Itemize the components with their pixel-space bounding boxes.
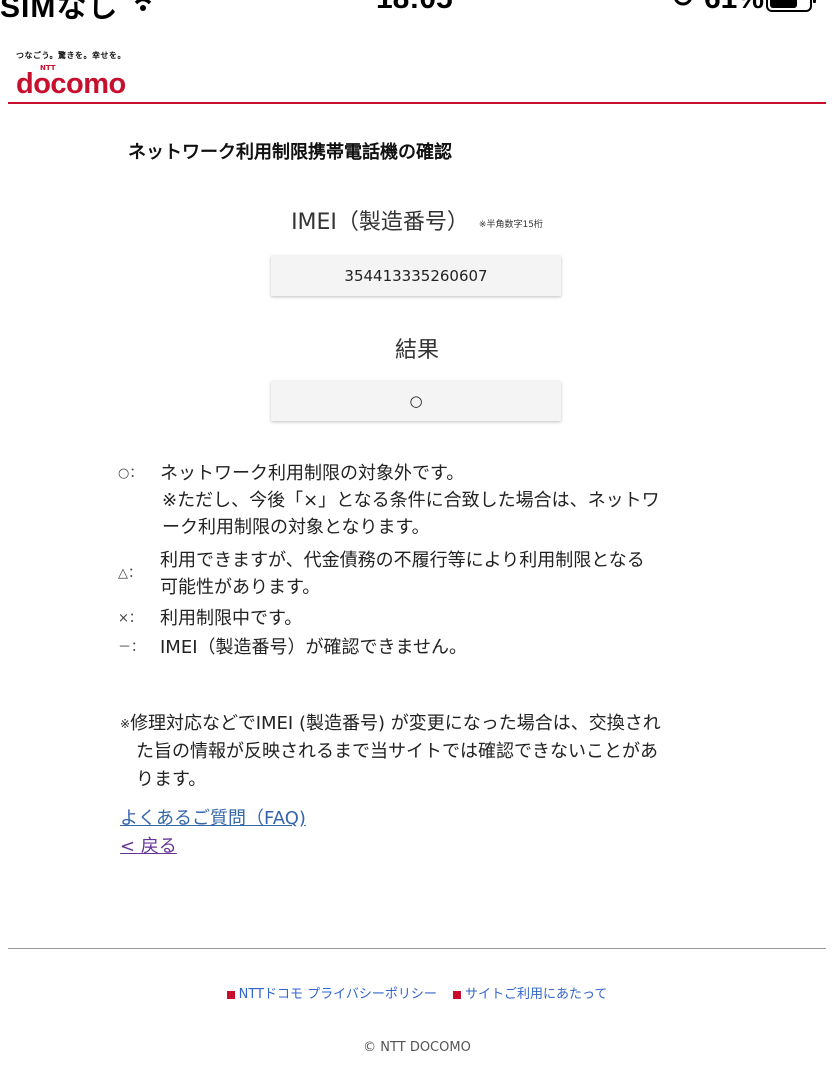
legend-symbol-triangle: △： (118, 566, 141, 581)
footer-divider (8, 948, 826, 949)
footer-links: NTTドコモ プライバシーポリシー サイトご利用にあたって (0, 983, 834, 1002)
note-line: た旨の情報が反映されるまで当サイトでは確認できないことがあ (136, 741, 658, 762)
imei-label: IMEI（製造番号） ※半角数字15桁 (0, 204, 834, 236)
note-mark: ※ (120, 717, 131, 731)
legend-text: 利用できますが、代金債務の不履行等により利用制限となる (160, 550, 645, 571)
rotation-lock-icon (674, 0, 692, 6)
legend-item-unknown: －： IMEI（製造番号）が確認できません。 (118, 634, 718, 661)
legend-text: 可能性があります。 (160, 577, 321, 598)
note-line: 修理対応などでIMEI (製造番号) が変更になった場合は、交換され (130, 713, 661, 734)
legend-subnote: ーク利用制限の対象となります。 (162, 517, 430, 538)
faq-link[interactable]: よくあるご質問（FAQ) (120, 804, 306, 830)
legend-text: ネットワーク利用制限の対象外です。 (160, 463, 465, 484)
imei-value-field[interactable]: 354413335260607 (271, 256, 561, 296)
note-line: ります。 (136, 769, 207, 790)
status-bar: SIMなし 18:05 61% (0, 0, 834, 20)
privacy-policy-link[interactable]: NTTドコモ プライバシーポリシー (226, 987, 437, 1002)
red-square-icon (226, 990, 235, 999)
copyright: © NTT DOCOMO (363, 1040, 471, 1055)
red-square-icon (453, 990, 462, 999)
battery-percent: 61% (704, 0, 764, 16)
legend-text: 利用制限中です。 (160, 608, 303, 629)
imei-change-note: ※修理対応などでIMEI (製造番号) が変更になった場合は、交換され た旨の情… (120, 710, 720, 794)
wifi-icon (134, 0, 152, 11)
carrier-label: SIMなし (0, 0, 119, 20)
imei-label-text: IMEI（製造番号） (291, 210, 469, 235)
privacy-policy-label: NTTドコモ プライバシーポリシー (238, 987, 437, 1002)
brand-tagline: つなごう。驚きを。幸せを。 (16, 51, 127, 60)
imei-format-note: ※半角数字15桁 (478, 219, 543, 230)
legend-item-warning: △： 利用できますが、代金債務の不履行等により利用制限となる 可能性があります。 (118, 547, 718, 601)
battery-icon (766, 0, 816, 12)
page-title: ネットワーク利用制限携帯電話機の確認 (128, 142, 452, 163)
legend-text: IMEI（製造番号）が確認できません。 (160, 637, 467, 658)
logo-wordmark: docomo (16, 68, 126, 100)
legend-symbol-circle: ○： (118, 466, 143, 481)
legend-symbol-dash: －： (118, 640, 145, 655)
result-label: 結果 (394, 338, 439, 363)
docomo-logo[interactable]: NTT docomo (16, 64, 146, 100)
result-value-field: ○ (271, 381, 561, 421)
legend-symbol-cross: ×： (118, 611, 142, 626)
legend-item-ok: ○： ネットワーク利用制限の対象外です。 ※ただし、今後「×」となる条件に合致し… (118, 460, 718, 541)
back-link[interactable]: < 戻る (120, 832, 177, 858)
status-time: 18:05 (376, 0, 453, 16)
site-terms-label: サイトご利用にあたって (465, 987, 608, 1002)
header-divider (8, 102, 826, 104)
legend-subnote: ※ただし、今後「×」となる条件に合致した場合は、ネットワ (162, 490, 660, 511)
result-legend: ○： ネットワーク利用制限の対象外です。 ※ただし、今後「×」となる条件に合致し… (118, 460, 718, 661)
site-terms-link[interactable]: サイトご利用にあたって (453, 987, 607, 1002)
legend-item-restricted: ×： 利用制限中です。 (118, 605, 718, 632)
